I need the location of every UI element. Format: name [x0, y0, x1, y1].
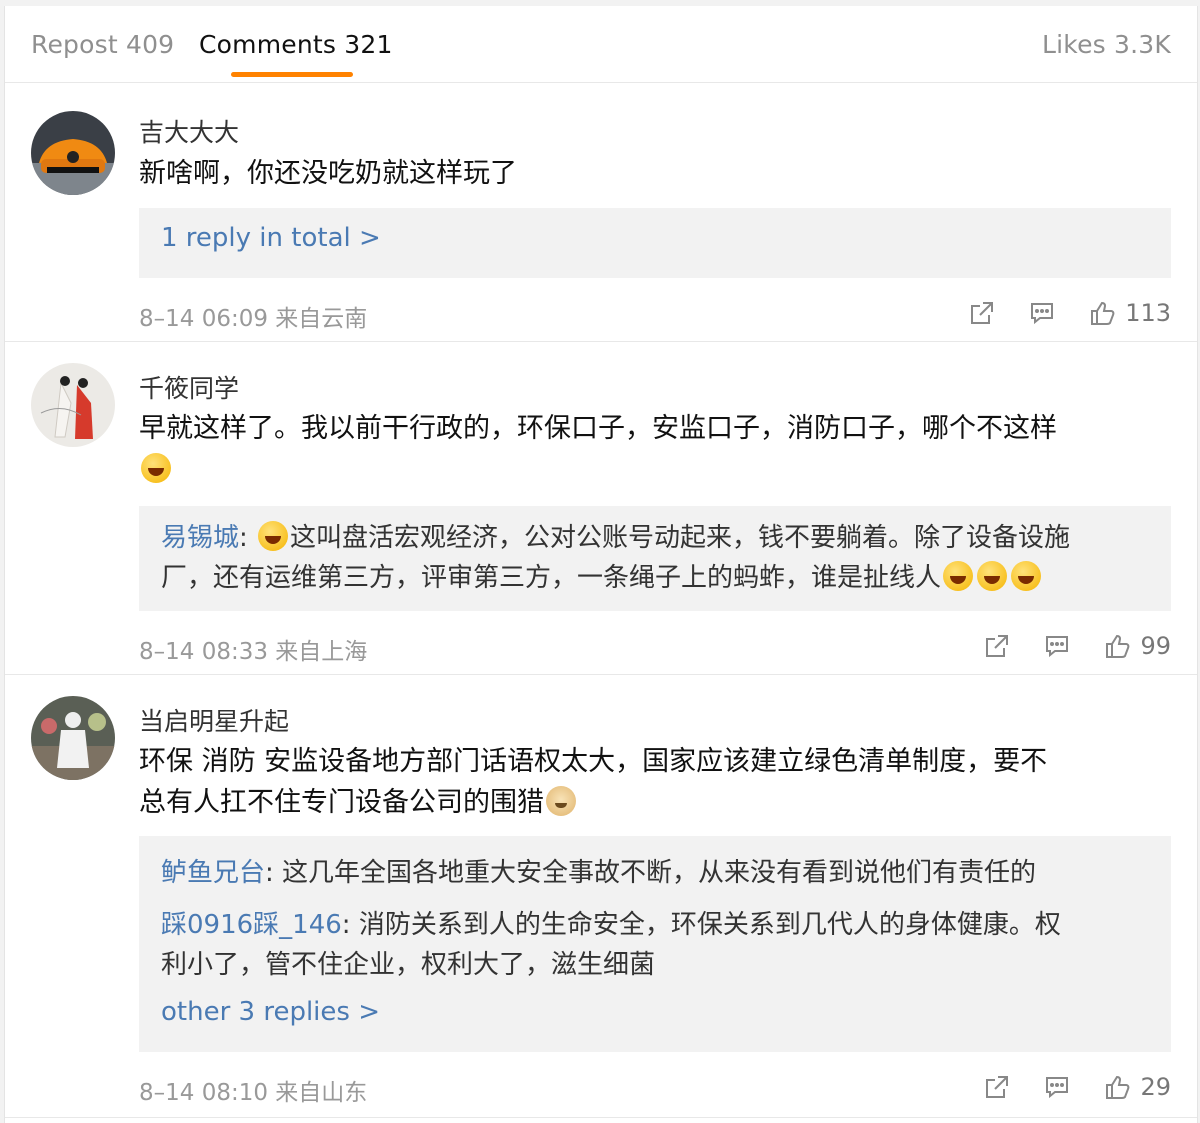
comment-text: 早就这样了。我以前干行政的，环保口子，安监口子，消防口子，哪个不这样 — [139, 408, 1171, 490]
divider — [5, 1117, 1197, 1118]
like-button[interactable]: 99 — [1104, 632, 1171, 660]
thumbs-up-icon — [1106, 1075, 1130, 1099]
comment-meta: 8–14 08:33 来自上海 — [139, 639, 368, 665]
more-replies-row: other 3 replies > — [161, 997, 1149, 1027]
share-icon[interactable] — [969, 300, 995, 326]
comment-meta: 8–14 06:09 来自云南 — [139, 306, 368, 332]
comment-item: 当启明星升起 环保 消防 安监设备地方部门话语权太大，国家应该建立绿色清单制度，… — [5, 676, 1197, 1121]
comment-item: 吉大大大 新啥啊，你还没吃奶就这样玩了 1 reply in total > 8… — [5, 83, 1197, 343]
reply-box: 鲈鱼兄台: 这几年全国各地重大安全事故不断，从来没有看到说他们有责任的 踩091… — [139, 836, 1171, 1052]
tab-likes[interactable]: Likes 3.3K — [1042, 30, 1171, 59]
comment-actions: 113 — [969, 296, 1171, 330]
view-more-replies-link[interactable]: other 3 replies > — [161, 997, 380, 1027]
username[interactable]: 当启明星升起 — [139, 702, 289, 738]
reply-item: 踩0916踩_146: 消防关系到人的生命安全，环保关系到几代人的身体健康。权 — [161, 910, 1061, 940]
like-count: 113 — [1125, 299, 1171, 327]
like-button[interactable]: 113 — [1089, 299, 1171, 327]
grin-emoji-icon — [977, 561, 1008, 591]
reply-text: 消防关系到人的生命安全，环保关系到几代人的身体健康。权 — [358, 910, 1061, 940]
avatar[interactable] — [31, 696, 115, 780]
reply-text: 这几年全国各地重大安全事故不断，从来没有看到说他们有责任的 — [282, 858, 1037, 888]
share-icon[interactable] — [984, 1074, 1010, 1100]
comment-meta: 8–14 08:10 来自山东 — [139, 1080, 368, 1106]
comment-text-line: 环保 消防 安监设备地方部门话语权太大，国家应该建立绿色清单制度，要不 — [139, 746, 1048, 777]
reply-username[interactable]: 鲈鱼兄台 — [161, 858, 265, 888]
reply-text: 厂，还有运维第三方，评审第三方，一条绳子上的蚂蚱，谁是扯线人 — [161, 563, 942, 593]
share-icon[interactable] — [984, 633, 1010, 659]
grin-emoji-icon — [1011, 561, 1042, 591]
comment-text: 新啥啊，你还没吃奶就这样玩了 — [139, 158, 517, 189]
reply-item-cont: 厂，还有运维第三方，评审第三方，一条绳子上的蚂蚱，谁是扯线人 — [161, 558, 1149, 598]
divider — [5, 341, 1197, 342]
comment-icon[interactable] — [1029, 300, 1055, 326]
avatar[interactable] — [31, 363, 115, 447]
like-button[interactable]: 29 — [1104, 1073, 1171, 1101]
reply-username[interactable]: 易锡城 — [161, 523, 239, 553]
comment-actions: 99 — [984, 629, 1171, 663]
reply-text: 利小了，管不住企业，权利大了，滋生细菌 — [161, 950, 656, 980]
comment-item: 千筱同学 早就这样了。我以前干行政的，环保口子，安监口子，消防口子，哪个不这样 … — [5, 343, 1197, 676]
active-tab-indicator — [231, 72, 353, 77]
username[interactable]: 千筱同学 — [139, 369, 239, 405]
comment-text-content: 早就这样了。我以前干行政的，环保口子，安监口子，消防口子，哪个不这样 — [139, 413, 1057, 444]
avatar[interactable] — [31, 111, 115, 195]
comment-actions: 29 — [984, 1070, 1171, 1104]
view-replies-link[interactable]: 1 reply in total > — [161, 223, 381, 253]
doge-emoji-icon — [546, 786, 576, 816]
reply-box: 易锡城: 这叫盘活宏观经济，公对公账号动起来，钱不要躺着。除了设备设施 厂，还有… — [139, 506, 1171, 611]
thumbs-up-icon — [1091, 301, 1115, 325]
tab-bar: Repost 409 Comments 321 Likes 3.3K — [5, 6, 1197, 83]
reply-username[interactable]: 踩0916踩_146 — [161, 910, 342, 940]
comment-icon[interactable] — [1044, 633, 1070, 659]
reply-item: 易锡城: 这叫盘活宏观经济，公对公账号动起来，钱不要躺着。除了设备设施 — [161, 521, 1071, 553]
reply-item-cont: 利小了，管不住企业，权利大了，滋生细菌 — [161, 945, 1149, 985]
tab-comments[interactable]: Comments 321 — [199, 30, 393, 59]
comments-panel: Repost 409 Comments 321 Likes 3.3K 吉大大大 … — [4, 6, 1198, 1123]
like-count: 99 — [1140, 632, 1171, 660]
laugh-cry-emoji-icon — [258, 521, 289, 551]
thumbs-up-icon — [1106, 634, 1130, 658]
grin-emoji-icon — [943, 561, 974, 591]
username[interactable]: 吉大大大 — [139, 113, 239, 149]
reply-item: 鲈鱼兄台: 这几年全国各地重大安全事故不断，从来没有看到说他们有责任的 — [161, 858, 1037, 888]
reply-text: 这叫盘活宏观经济，公对公账号动起来，钱不要躺着。除了设备设施 — [290, 523, 1071, 553]
laugh-cry-emoji-icon — [141, 453, 171, 483]
comment-text-line: 总有人扛不住专门设备公司的围猎 — [139, 787, 544, 818]
comment-icon[interactable] — [1044, 1074, 1070, 1100]
tab-repost[interactable]: Repost 409 — [31, 30, 174, 59]
divider — [5, 674, 1197, 675]
comment-text: 环保 消防 安监设备地方部门话语权太大，国家应该建立绿色清单制度，要不 总有人扛… — [139, 741, 1171, 823]
reply-box: 1 reply in total > — [139, 208, 1171, 278]
like-count: 29 — [1140, 1073, 1171, 1101]
